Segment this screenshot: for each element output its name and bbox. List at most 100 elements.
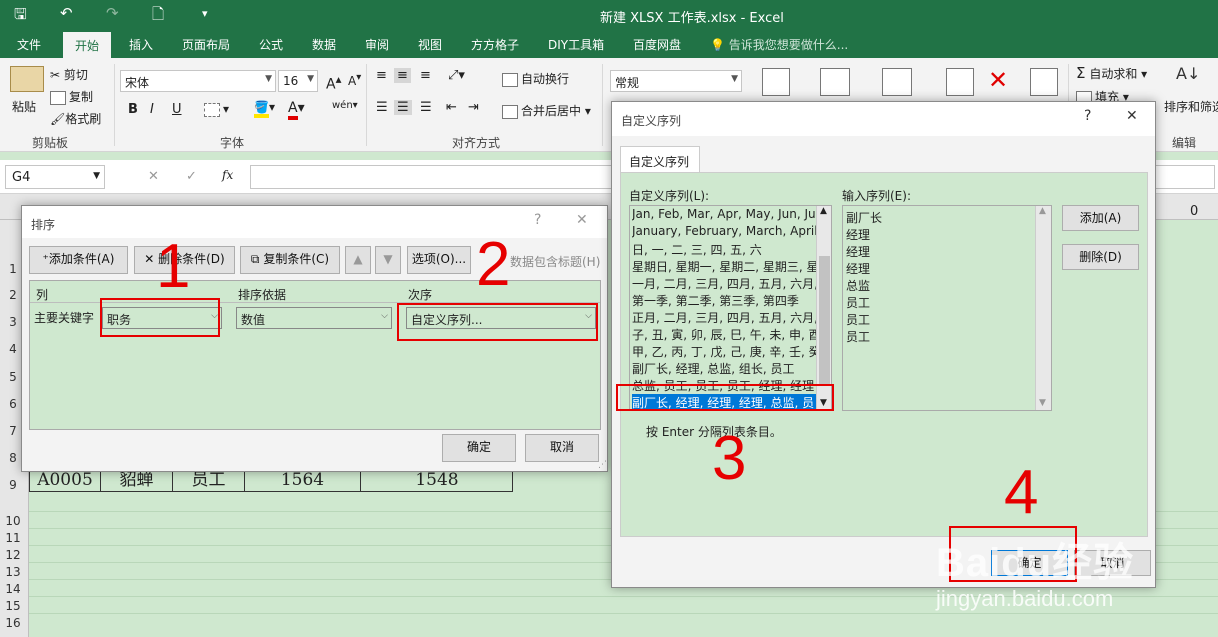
list-entries-textarea[interactable]: 副厂长 经理 经理 经理 总监 员工 员工 员工 ▲ ▼ <box>842 205 1052 411</box>
list-item[interactable]: January, February, March, April <box>632 224 816 241</box>
table-cell[interactable]: A0005 <box>30 469 101 491</box>
shrink-font-button[interactable]: A▾ <box>348 72 361 88</box>
sort-filter-icon[interactable]: A↓ <box>1176 64 1200 83</box>
table-cell[interactable]: 1548 <box>361 469 513 491</box>
header-checkbox-label[interactable]: 数据包含标题(H) <box>510 253 600 270</box>
scrollbar[interactable]: ▲ ▼ <box>1035 206 1051 410</box>
italic-button[interactable]: I <box>150 102 154 117</box>
row-number[interactable]: 13 <box>0 565 26 579</box>
copy-level-button[interactable]: ⧉ 复制条件(C) <box>240 246 340 274</box>
table-cell[interactable]: 1564 <box>245 469 361 491</box>
list-item[interactable]: Jan, Feb, Mar, Apr, May, Jun, Ju <box>632 207 816 224</box>
tab-file[interactable]: 文件 <box>17 36 41 53</box>
font-name-combo[interactable]: 宋体 ▼ <box>120 70 276 92</box>
row-number[interactable]: 10 <box>0 514 26 528</box>
scroll-up-icon[interactable]: ▲ <box>1039 206 1046 216</box>
sort-ok-button[interactable]: 确定 <box>442 434 516 462</box>
custom-lists-listbox[interactable]: Jan, Feb, Mar, Apr, May, Jun, Ju January… <box>629 205 832 411</box>
delete-cells-icon[interactable]: ✕ <box>988 66 1008 94</box>
fill-color-button[interactable]: 🪣▾ <box>254 100 275 118</box>
tab-fangfang[interactable]: 方方格子 <box>471 36 519 53</box>
row-number[interactable]: 12 <box>0 548 26 562</box>
tab-custom-lists[interactable]: 自定义序列 <box>620 146 700 172</box>
undo-icon[interactable]: ↶ <box>60 4 73 22</box>
tab-review[interactable]: 审阅 <box>365 36 389 53</box>
increase-indent-icon[interactable]: ⇥ <box>468 100 479 115</box>
move-down-button[interactable]: ▼ <box>375 246 401 274</box>
add-level-button[interactable]: ⁺添加条件(A) <box>29 246 128 274</box>
autosum-button[interactable]: Σ 自动求和 ▾ <box>1076 64 1147 82</box>
insert-cells-icon[interactable] <box>946 68 974 96</box>
align-bottom-icon[interactable]: ≡ <box>420 68 431 83</box>
paste-button[interactable]: 粘贴 <box>12 98 36 115</box>
format-cells-icon[interactable] <box>1030 68 1058 96</box>
tab-insert[interactable]: 插入 <box>129 36 153 53</box>
merge-center-button[interactable]: 合并后居中 ▾ <box>502 102 591 119</box>
scroll-up-icon[interactable]: ▲ <box>820 206 827 216</box>
list-item[interactable]: 子, 丑, 寅, 卯, 辰, 巳, 午, 未, 申, 酉 <box>632 326 816 343</box>
move-up-button[interactable]: ▲ <box>345 246 371 274</box>
tab-baidu-netdisk[interactable]: 百度网盘 <box>633 36 681 53</box>
redo-icon[interactable]: ↷ <box>106 4 119 22</box>
font-color-button[interactable]: A▾ <box>288 100 305 120</box>
add-list-button[interactable]: 添加(A) <box>1062 205 1139 231</box>
align-right-icon[interactable]: ☰ <box>420 100 432 115</box>
help-icon[interactable]: ? <box>1084 108 1091 124</box>
list-item[interactable]: 星期日, 星期一, 星期二, 星期三, 星 <box>632 258 816 275</box>
conditional-format-icon[interactable] <box>762 68 790 96</box>
sort-basis-select[interactable]: 数值 ⌵ <box>236 307 392 329</box>
list-item[interactable]: 甲, 乙, 丙, 丁, 戊, 己, 庚, 辛, 壬, 癸 <box>632 343 816 360</box>
close-icon[interactable]: ✕ <box>1126 108 1138 124</box>
customize-toolbar-icon[interactable]: ▾ <box>202 7 208 20</box>
options-button[interactable]: 选项(O)... <box>407 246 471 274</box>
font-size-combo[interactable]: 16 ▼ <box>278 70 318 92</box>
column-header-o[interactable]: 0 <box>1190 204 1198 219</box>
function-icon[interactable]: fx <box>222 168 233 182</box>
row-number[interactable]: 14 <box>0 582 26 596</box>
tell-me-input[interactable]: 💡 告诉我您想要做什么... <box>710 36 848 53</box>
scrollbar[interactable]: ▲ ▼ <box>816 206 831 410</box>
close-icon[interactable]: ✕ <box>576 212 588 228</box>
table-cell[interactable]: 员工 <box>173 469 245 491</box>
number-format-combo[interactable]: 常规 ▼ <box>610 70 742 92</box>
decrease-indent-icon[interactable]: ⇤ <box>446 100 457 115</box>
wrap-text-button[interactable]: 自动换行 <box>502 70 569 87</box>
save-icon[interactable]: 🖫 <box>14 4 27 29</box>
list-item[interactable]: 一月, 二月, 三月, 四月, 五月, 六月, <box>632 275 816 292</box>
list-item[interactable]: 正月, 二月, 三月, 四月, 五月, 六月, <box>632 309 816 326</box>
resize-grip-icon[interactable]: ⋰ <box>598 460 607 470</box>
sort-cancel-button[interactable]: 取消 <box>525 434 599 462</box>
underline-button[interactable]: U <box>172 102 182 117</box>
align-top-icon[interactable]: ≡ <box>376 68 387 83</box>
cell-styles-icon[interactable] <box>882 68 912 96</box>
align-middle-icon[interactable]: ≡ <box>394 68 411 83</box>
name-box[interactable]: G4 ▼ <box>5 165 105 189</box>
tab-data[interactable]: 数据 <box>312 36 336 53</box>
tab-home[interactable]: 开始 <box>63 32 112 58</box>
phonetic-button[interactable]: wén▾ <box>332 100 358 111</box>
row-number[interactable]: 15 <box>0 599 26 613</box>
tab-view[interactable]: 视图 <box>418 36 442 53</box>
align-left-icon[interactable]: ☰ <box>376 100 388 115</box>
sort-filter-button[interactable]: 排序和筛选 <box>1164 98 1218 115</box>
border-button[interactable]: ▾ <box>204 102 229 117</box>
cancel-entry-icon[interactable]: ✕ <box>148 169 159 184</box>
format-table-icon[interactable] <box>820 68 850 96</box>
table-cell[interactable]: 貂蝉 <box>101 469 173 491</box>
list-item[interactable]: 第一季, 第二季, 第三季, 第四季 <box>632 292 816 309</box>
list-item[interactable]: 副厂长, 经理, 总监, 组长, 员工 <box>632 360 816 377</box>
copy-button[interactable]: 复制 <box>50 88 93 105</box>
paste-icon[interactable] <box>10 66 44 92</box>
scrollbar-thumb[interactable] <box>819 256 830 386</box>
list-item[interactable]: 日, 一, 二, 三, 四, 五, 六 <box>632 241 816 258</box>
grow-font-button[interactable]: A▴ <box>326 72 341 93</box>
help-icon[interactable]: ? <box>534 212 541 228</box>
cut-button[interactable]: ✂ 剪切 <box>50 66 88 83</box>
delete-list-button[interactable]: 删除(D) <box>1062 244 1139 270</box>
bold-button[interactable]: B <box>128 102 138 117</box>
tab-page-layout[interactable]: 页面布局 <box>182 36 230 53</box>
row-number[interactable]: 11 <box>0 531 26 545</box>
format-painter-button[interactable]: 🖌格式刷 <box>50 110 101 127</box>
new-file-icon[interactable]: 🗋 <box>152 4 164 29</box>
row-number[interactable]: 9 <box>0 478 26 492</box>
